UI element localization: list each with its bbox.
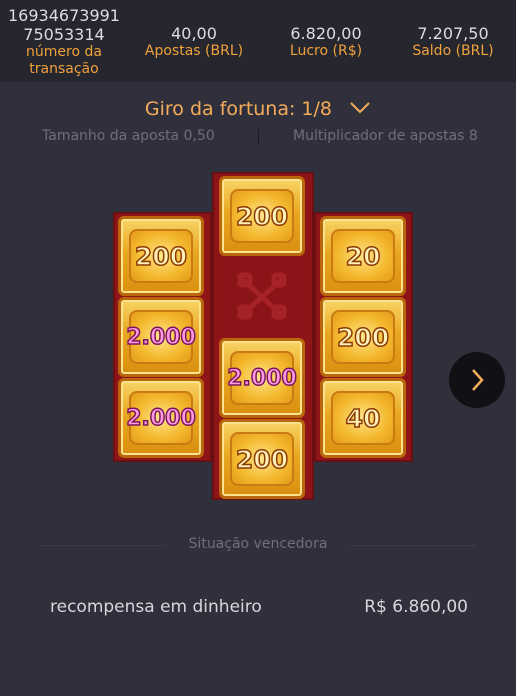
reel-tile: 2.000 <box>118 297 204 377</box>
profit-label: Lucro (R$) <box>289 43 363 59</box>
transaction-id-line2: 75053314 <box>23 25 105 44</box>
bet-size-text: Tamanho da aposta 0,50 <box>42 128 215 144</box>
tile-value: 200 <box>235 201 289 232</box>
bet-multiplier-text: Multiplicador de apostas 8 <box>293 128 478 144</box>
tile-value: 40 <box>345 403 381 434</box>
empty-reel-slot <box>218 253 306 337</box>
reel-tile: 200 <box>219 419 305 499</box>
chevron-right-icon <box>449 352 505 412</box>
tile-value: 20 <box>345 241 381 272</box>
transaction-label-line2: transação <box>29 61 99 77</box>
transaction-id-block: 16934673991 75053314 número da transação <box>4 6 124 78</box>
tile-value: 2.000 <box>226 365 297 392</box>
reel-tile: 2.000 <box>219 338 305 418</box>
bets-value: 40,00 <box>171 24 217 43</box>
divider-right <box>351 545 476 546</box>
next-spin-button[interactable] <box>449 352 505 408</box>
tile-value: 200 <box>134 241 188 272</box>
reel-tile: 40 <box>320 378 406 458</box>
transaction-id-line1: 16934673991 <box>8 6 120 25</box>
tile-value: 200 <box>235 444 289 475</box>
reel-tile: 2.000 <box>118 378 204 458</box>
profit-block: 6.820,00 Lucro (R$) <box>268 24 384 60</box>
reel-tile: 20 <box>320 216 406 296</box>
tile-value: 2.000 <box>125 324 196 351</box>
reward-label: recompensa em dinheiro <box>50 597 262 617</box>
balance-label: Saldo (BRL) <box>412 43 494 59</box>
chevron-down-icon[interactable] <box>349 100 371 119</box>
win-situation-label: Situação vencedora <box>188 536 328 552</box>
transaction-header: 16934673991 75053314 número da transação… <box>0 0 516 82</box>
tile-value: 200 <box>336 322 390 353</box>
reward-value: R$ 6.860,00 <box>364 597 468 617</box>
tile-value: 2.000 <box>125 405 196 432</box>
bets-block: 40,00 Apostas (BRL) <box>136 24 252 60</box>
spin-title-row[interactable]: Giro da fortuna: 1/8 <box>0 98 516 120</box>
transaction-label-line1: número da <box>26 44 102 60</box>
reel-tile: 200 <box>219 176 305 256</box>
reel-tile: 200 <box>118 216 204 296</box>
balance-block: 7.207,50 Saldo (BRL) <box>394 24 512 60</box>
reel-tile: 200 <box>320 297 406 377</box>
bets-label: Apostas (BRL) <box>144 43 244 59</box>
divider <box>258 129 259 145</box>
spin-title[interactable]: Giro da fortuna: 1/8 <box>145 98 332 120</box>
balance-value: 7.207,50 <box>417 24 489 43</box>
profit-value: 6.820,00 <box>290 24 362 43</box>
